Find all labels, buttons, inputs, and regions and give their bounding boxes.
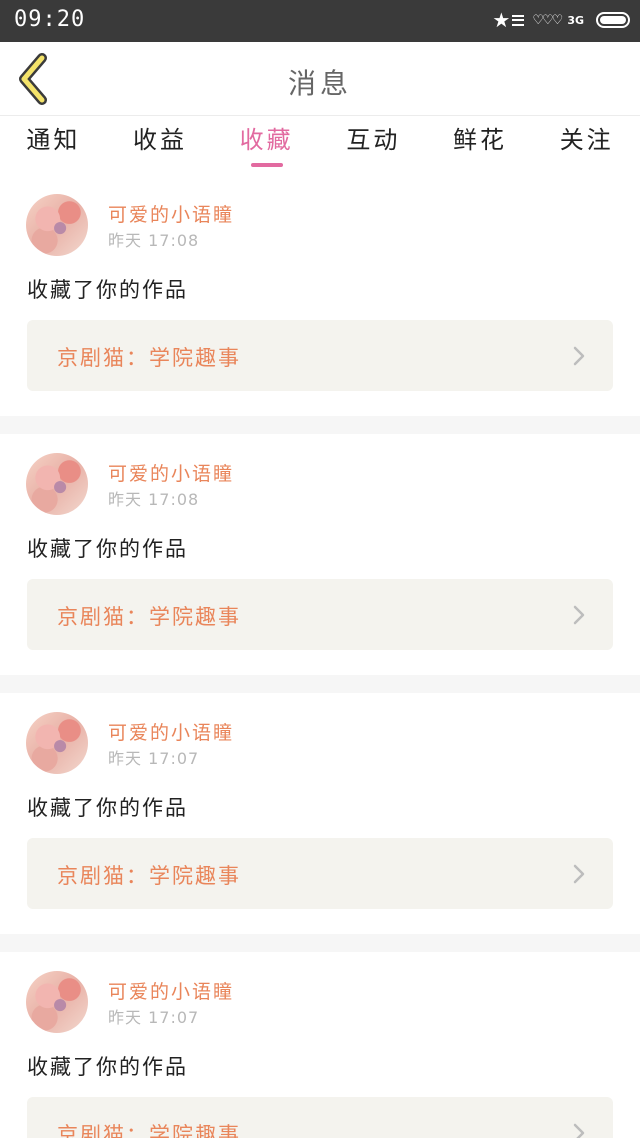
header: 消息: [0, 42, 640, 116]
signal-icon: ♡♡♡: [532, 12, 563, 28]
work-title: 京剧猫：学院趣事: [57, 605, 241, 629]
work-link[interactable]: 京剧猫：学院趣事: [27, 579, 613, 650]
tab-label: 通知: [26, 126, 81, 154]
tab-label: 关注: [559, 126, 614, 154]
work-link[interactable]: 京剧猫：学院趣事: [27, 320, 613, 391]
message-card: 可爱的小语瞳 昨天 17:08 收藏了你的作品 京剧猫：学院趣事: [0, 175, 640, 416]
tab-label: 收益: [133, 126, 187, 154]
menu-icon: [512, 14, 525, 26]
message-card: 可爱的小语瞳 昨天 17:07 收藏了你的作品 京剧猫：学院趣事: [0, 693, 640, 934]
message-list: 可爱的小语瞳 昨天 17:08 收藏了你的作品 京剧猫：学院趣事 可爱的小语瞳 …: [0, 175, 640, 1138]
tab-label: 互动: [346, 126, 401, 154]
network-type: 3G: [567, 13, 584, 27]
tab-earnings[interactable]: 收益: [107, 117, 214, 175]
tab-interactions[interactable]: 互动: [320, 117, 427, 175]
username[interactable]: 可爱的小语瞳: [108, 200, 234, 227]
avatar[interactable]: [26, 194, 88, 256]
timestamp: 昨天 17:08: [108, 490, 200, 509]
work-link[interactable]: 京剧猫：学院趣事: [27, 838, 613, 909]
tab-favorites[interactable]: 收藏: [213, 117, 320, 175]
message-card: 可爱的小语瞳 昨天 17:07 收藏了你的作品 京剧猫：学院趣事: [0, 952, 640, 1138]
action-text: 收藏了你的作品: [27, 796, 188, 820]
tab-notifications[interactable]: 通知: [0, 117, 107, 175]
divider: [0, 934, 640, 952]
status-time: 09:20: [14, 7, 86, 32]
divider: [0, 675, 640, 693]
work-title: 京剧猫：学院趣事: [57, 346, 241, 370]
tab-follows[interactable]: 关注: [533, 117, 640, 175]
battery-icon: [596, 12, 630, 28]
divider: [0, 416, 640, 434]
action-text: 收藏了你的作品: [27, 278, 188, 302]
timestamp: 昨天 17:07: [108, 1008, 200, 1027]
username[interactable]: 可爱的小语瞳: [108, 718, 234, 745]
username[interactable]: 可爱的小语瞳: [108, 977, 234, 1004]
work-title: 京剧猫：学院趣事: [57, 864, 241, 888]
chevron-right-icon: [573, 864, 585, 884]
tab-label: 鲜花: [453, 126, 508, 154]
tab-bar: 通知 收益 收藏 互动 鲜花 关注: [0, 117, 640, 175]
action-text: 收藏了你的作品: [27, 1055, 188, 1079]
page-title: 消息: [287, 67, 352, 100]
avatar[interactable]: [26, 453, 88, 515]
work-link[interactable]: 京剧猫：学院趣事: [27, 1097, 613, 1138]
chevron-right-icon: [573, 1123, 585, 1138]
action-text: 收藏了你的作品: [27, 537, 188, 561]
work-title: 京剧猫：学院趣事: [57, 1123, 241, 1138]
status-icons: ★ ♡♡♡ 3G: [492, 8, 630, 32]
active-tab-indicator: [250, 163, 283, 167]
star-icon: ★: [492, 8, 511, 32]
message-card: 可爱的小语瞳 昨天 17:08 收藏了你的作品 京剧猫：学院趣事: [0, 434, 640, 675]
avatar[interactable]: [26, 971, 88, 1033]
timestamp: 昨天 17:08: [108, 231, 200, 250]
chevron-right-icon: [573, 605, 585, 625]
tab-label: 收藏: [239, 126, 294, 154]
status-bar: 09:20 ★ ♡♡♡ 3G: [0, 0, 640, 42]
avatar[interactable]: [26, 712, 88, 774]
chevron-right-icon: [573, 346, 585, 366]
timestamp: 昨天 17:07: [108, 749, 200, 768]
tab-flowers[interactable]: 鲜花: [427, 117, 534, 175]
username[interactable]: 可爱的小语瞳: [108, 459, 234, 486]
